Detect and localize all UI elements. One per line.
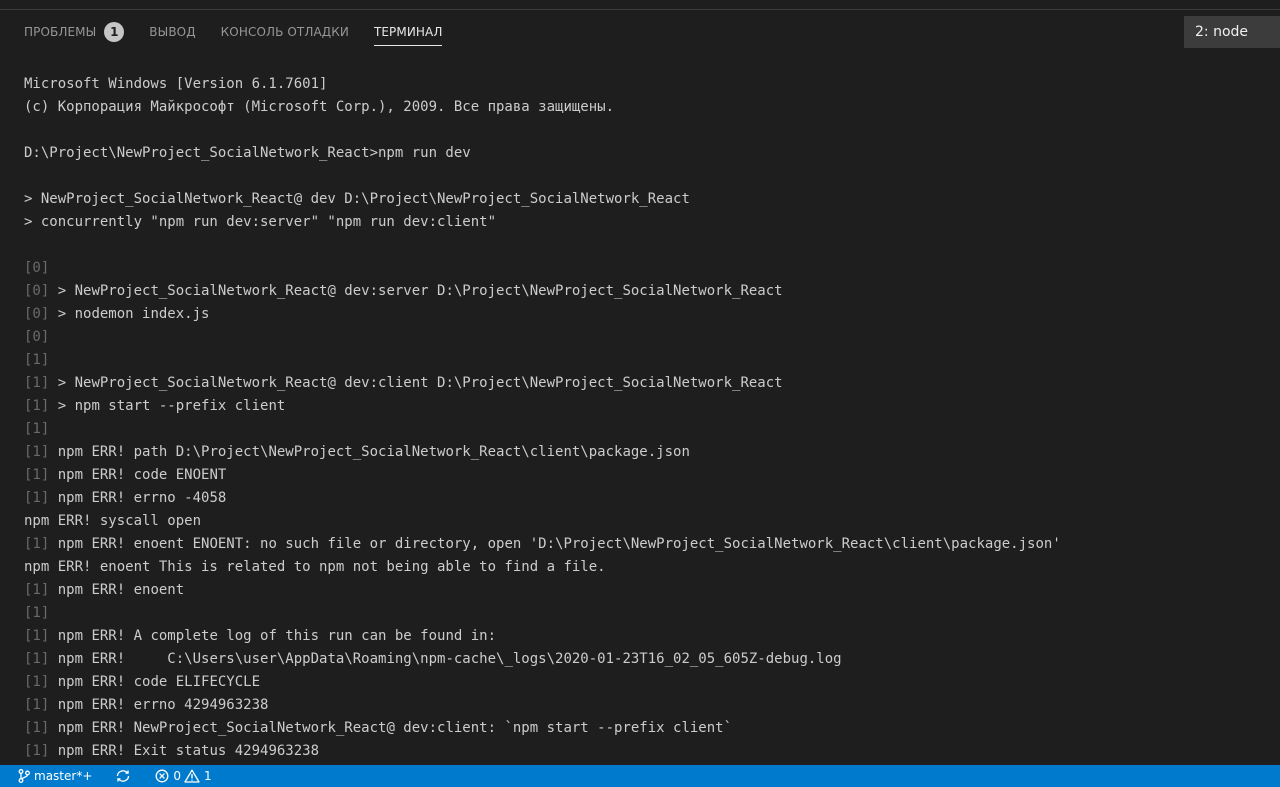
line-text: npm ERR! Exit status 4294963238 (49, 743, 320, 759)
terminal-line: [0] > nodemon index.js (24, 303, 1274, 326)
process-prefix: [1] (24, 444, 50, 460)
process-prefix: [1] (24, 398, 50, 414)
process-prefix: [0] (24, 260, 50, 276)
line-text: npm ERR! errno 4294963238 (49, 697, 269, 713)
terminal-line: [1] (24, 418, 1274, 441)
line-text: npm ERR! NewProject_SocialNetwork_React@… (49, 720, 733, 736)
terminal-line: [1] > NewProject_SocialNetwork_React@ de… (24, 372, 1274, 395)
terminal-output[interactable]: Microsoft Windows [Version 6.1.7601] (c) … (24, 73, 1274, 763)
terminal-line: [1] npm ERR! C:\Users\user\AppData\Roami… (24, 648, 1274, 671)
terminal-line: [1] npm ERR! path D:\Project\NewProject_… (24, 441, 1274, 464)
terminal-line: [1] npm ERR! enoent ENOENT: no such file… (24, 533, 1274, 556)
branch-name: master*+ (34, 769, 93, 783)
editor-ghost-line (100, 0, 190, 2)
terminal-line: [1] npm ERR! code ENOENT (24, 464, 1274, 487)
line-text: npm ERR! path D:\Project\NewProject_Soci… (49, 444, 690, 460)
process-prefix: [0] (24, 283, 50, 299)
error-count: 0 (173, 769, 182, 783)
line-text: npm ERR! errno -4058 (49, 490, 227, 506)
tab-debug-console[interactable]: КОНСОЛЬ ОТЛАДКИ (221, 10, 349, 54)
terminal-line: [1] npm ERR! code ELIFECYCLE (24, 671, 1274, 694)
terminal-line: [0] (24, 257, 1274, 280)
tab-terminal-label: ТЕРМИНАЛ (373, 25, 443, 39)
sync-button[interactable] (115, 769, 135, 783)
tab-debug-console-label: КОНСОЛЬ ОТЛАДКИ (220, 25, 349, 39)
process-prefix: [1] (24, 720, 50, 736)
panel-header: ПРОБЛЕМЫ 1 ВЫВОД КОНСОЛЬ ОТЛАДКИ ТЕРМИНА… (0, 10, 1280, 54)
terminal-line: [1] (24, 602, 1274, 625)
terminal-line: D:\Project\NewProject_SocialNetwork_Reac… (24, 142, 1274, 165)
terminal-line: npm ERR! enoent This is related to npm n… (24, 556, 1274, 579)
git-branch-icon (18, 769, 30, 783)
terminal-line: [1] > npm start --prefix client (24, 395, 1274, 418)
terminal-line: Microsoft Windows [Version 6.1.7601] (24, 73, 1274, 96)
terminal-line: [1] npm ERR! errno 4294963238 (24, 694, 1274, 717)
line-text: > NewProject_SocialNetwork_React@ dev:cl… (49, 375, 783, 391)
terminal-line: [1] npm ERR! errno -4058 (24, 487, 1274, 510)
problems-count-badge: 1 (104, 22, 125, 42)
line-text: npm ERR! syscall open (24, 513, 202, 529)
terminal-line: (c) Корпорация Майкрософт (Microsoft Cor… (24, 96, 1274, 119)
line-text: > npm start --prefix client (49, 398, 286, 414)
terminal-line: [1] npm ERR! A complete log of this run … (24, 625, 1274, 648)
line-text: npm ERR! enoent This is related to npm n… (24, 559, 606, 575)
process-prefix: [1] (24, 628, 50, 644)
line-text: npm ERR! code ELIFECYCLE (49, 674, 261, 690)
terminal-line: npm ERR! syscall open (24, 510, 1274, 533)
line-text: npm ERR! code ENOENT (49, 467, 227, 483)
tab-output-label: ВЫВОД (149, 25, 196, 39)
process-prefix: [1] (24, 743, 50, 759)
sync-icon (117, 770, 130, 782)
process-prefix: [1] (24, 605, 50, 621)
line-text: D:\Project\NewProject_SocialNetwork_Reac… (24, 145, 471, 161)
editor-area-edge (0, 0, 1280, 10)
process-prefix: [1] (24, 651, 50, 667)
line-text: > nodemon index.js (49, 306, 210, 322)
process-prefix: [1] (24, 536, 50, 552)
panel-tabs: ПРОБЛЕМЫ 1 ВЫВОД КОНСОЛЬ ОТЛАДКИ ТЕРМИНА… (24, 10, 467, 54)
terminal-line: > NewProject_SocialNetwork_React@ dev D:… (24, 188, 1274, 211)
terminal-line: [1] npm ERR! Exit status 4294963238 (24, 740, 1274, 763)
process-prefix: [1] (24, 697, 50, 713)
tab-problems-label: ПРОБЛЕМЫ (24, 25, 97, 39)
process-prefix: [1] (24, 674, 50, 690)
process-prefix: [1] (24, 375, 50, 391)
line-text: > NewProject_SocialNetwork_React@ dev:se… (49, 283, 783, 299)
line-text: npm ERR! enoent (49, 582, 185, 598)
process-prefix: [1] (24, 467, 50, 483)
terminal-instance-select[interactable]: 2: node (1184, 16, 1280, 48)
terminal-line: [1] npm ERR! enoent (24, 579, 1274, 602)
line-text: Microsoft Windows [Version 6.1.7601] (24, 76, 328, 92)
terminal-line: [0] > NewProject_SocialNetwork_React@ de… (24, 280, 1274, 303)
terminal-line: [0] (24, 326, 1274, 349)
line-text: npm ERR! enoent ENOENT: no such file or … (49, 536, 1061, 552)
process-prefix: [1] (24, 582, 50, 598)
process-prefix: [0] (24, 306, 50, 322)
status-bar: master*+ 0 1 (0, 765, 1280, 787)
error-icon (155, 769, 169, 783)
terminal-line: [1] npm ERR! NewProject_SocialNetwork_Re… (24, 717, 1274, 740)
line-text: > NewProject_SocialNetwork_React@ dev D:… (24, 191, 690, 207)
process-prefix: [1] (24, 352, 50, 368)
process-prefix: [0] (24, 329, 50, 345)
tab-output[interactable]: ВЫВОД (149, 10, 195, 54)
line-text: npm ERR! A complete log of this run can … (49, 628, 497, 644)
process-prefix: [1] (24, 490, 50, 506)
tab-problems[interactable]: ПРОБЛЕМЫ 1 (24, 10, 125, 54)
problems-indicator[interactable]: 0 1 (155, 769, 214, 783)
line-text: > concurrently "npm run dev:server" "npm… (24, 214, 497, 230)
terminal-line: > concurrently "npm run dev:server" "npm… (24, 211, 1274, 234)
branch-indicator[interactable]: master*+ (18, 769, 95, 783)
tab-terminal[interactable]: ТЕРМИНАЛ (373, 10, 443, 54)
line-text: (c) Корпорация Майкрософт (Microsoft Cor… (24, 99, 615, 115)
line-text: npm ERR! C:\Users\user\AppData\Roaming\n… (49, 651, 842, 667)
process-prefix: [1] (24, 421, 50, 437)
warning-icon (184, 769, 200, 783)
warning-count: 1 (204, 769, 212, 783)
terminal-line: [1] (24, 349, 1274, 372)
